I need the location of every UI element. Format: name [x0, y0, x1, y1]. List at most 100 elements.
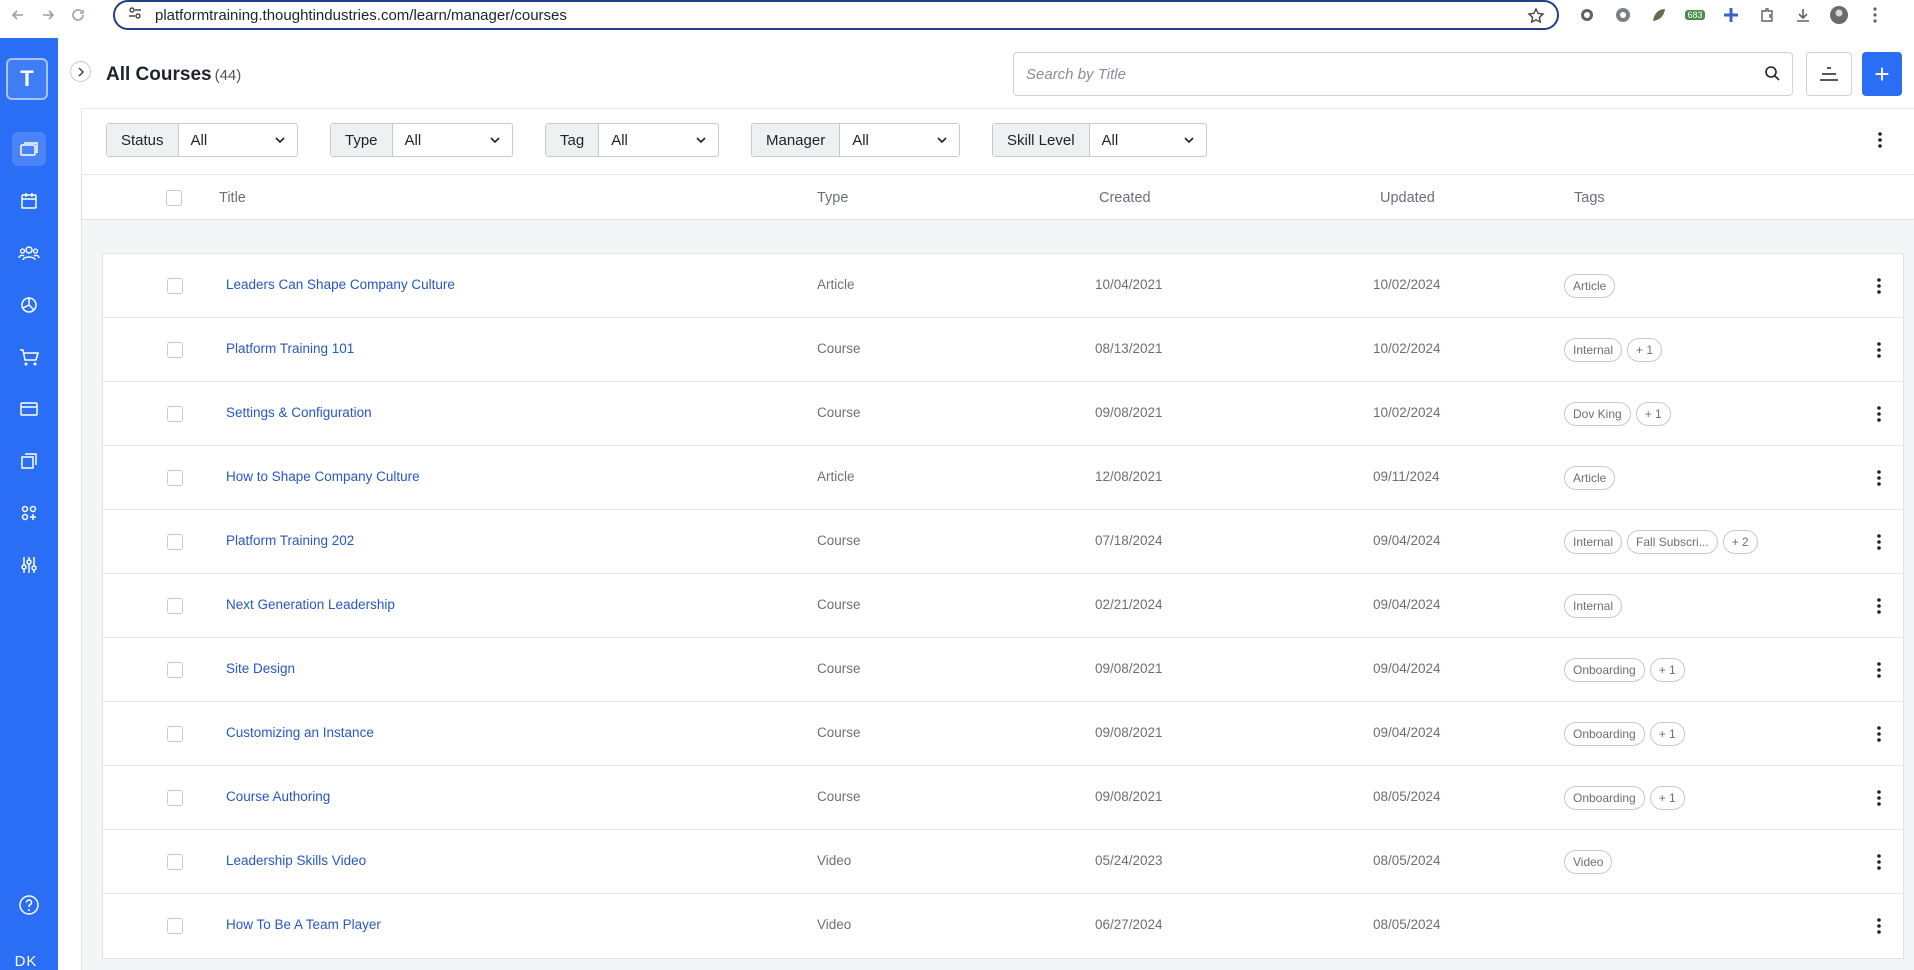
- column-tags[interactable]: Tags: [1574, 190, 1605, 206]
- course-title-link[interactable]: Platform Training 101: [226, 341, 354, 356]
- row-more-options-icon[interactable]: [1871, 594, 1887, 618]
- tag-badge[interactable]: Onboarding: [1564, 722, 1645, 746]
- copy-pages-icon[interactable]: [12, 444, 46, 478]
- row-checkbox[interactable]: [167, 406, 183, 422]
- manager-filter-value[interactable]: All: [840, 124, 959, 156]
- address-bar[interactable]: platformtraining.thoughtindustries.com/l…: [113, 0, 1559, 30]
- help-icon[interactable]: [12, 888, 46, 922]
- row-checkbox[interactable]: [167, 342, 183, 358]
- row-more-options-icon[interactable]: [1871, 530, 1887, 554]
- tag-badge[interactable]: Video: [1564, 850, 1613, 874]
- analytics-pie-icon[interactable]: [12, 288, 46, 322]
- extension-leaf-icon[interactable]: [1647, 3, 1671, 27]
- row-checkbox[interactable]: [167, 534, 183, 550]
- column-updated[interactable]: Updated: [1380, 190, 1435, 206]
- course-title-link[interactable]: Settings & Configuration: [226, 405, 372, 420]
- course-title-link[interactable]: Platform Training 202: [226, 533, 354, 548]
- bookmark-star-icon[interactable]: [1527, 7, 1545, 30]
- tag-badge[interactable]: + 1: [1649, 786, 1685, 810]
- tag-badge[interactable]: + 1: [1627, 338, 1663, 362]
- course-title-link[interactable]: Course Authoring: [226, 789, 330, 804]
- column-created[interactable]: Created: [1099, 190, 1151, 206]
- status-filter[interactable]: Status All: [106, 123, 298, 157]
- content-library-icon[interactable]: [12, 132, 46, 166]
- profile-avatar-icon[interactable]: [1827, 3, 1851, 27]
- reload-icon[interactable]: [66, 3, 90, 27]
- row-more-options-icon[interactable]: [1871, 658, 1887, 682]
- row-checkbox[interactable]: [167, 726, 183, 742]
- tag-badge[interactable]: Onboarding: [1564, 786, 1645, 810]
- apps-grid-icon[interactable]: [12, 496, 46, 530]
- type-filter-value[interactable]: All: [393, 124, 512, 156]
- users-icon[interactable]: [12, 236, 46, 270]
- row-more-options-icon[interactable]: [1871, 914, 1887, 938]
- skill-level-filter-value[interactable]: All: [1090, 124, 1206, 156]
- row-checkbox[interactable]: [167, 662, 183, 678]
- course-title-link[interactable]: How to Shape Company Culture: [226, 469, 420, 484]
- course-title-link[interactable]: Leadership Skills Video: [226, 853, 366, 868]
- status-filter-value[interactable]: All: [179, 124, 297, 156]
- browser-menu-icon[interactable]: [1863, 3, 1887, 27]
- course-title-link[interactable]: Next Generation Leadership: [226, 597, 395, 612]
- row-more-options-icon[interactable]: [1871, 850, 1887, 874]
- forward-icon[interactable]: [36, 3, 60, 27]
- extension-sparkle-icon[interactable]: [1719, 3, 1743, 27]
- row-checkbox[interactable]: [167, 918, 183, 934]
- tag-badge[interactable]: + 2: [1722, 530, 1758, 554]
- row-more-options-icon[interactable]: [1871, 402, 1887, 426]
- user-initials[interactable]: DK: [0, 953, 52, 970]
- tag-badge[interactable]: Internal: [1564, 338, 1623, 362]
- course-title-link[interactable]: Site Design: [226, 661, 295, 676]
- row-more-options-icon[interactable]: [1871, 722, 1887, 746]
- expand-sidebar-button[interactable]: [70, 61, 91, 82]
- extension-gear-icon[interactable]: [1575, 3, 1599, 27]
- row-checkbox[interactable]: [167, 598, 183, 614]
- select-all-checkbox[interactable]: [166, 190, 182, 206]
- sort-button[interactable]: [1806, 52, 1852, 96]
- row-more-options-icon[interactable]: [1871, 786, 1887, 810]
- row-more-options-icon[interactable]: [1871, 338, 1887, 362]
- course-title-link[interactable]: Leaders Can Shape Company Culture: [226, 277, 455, 292]
- column-type[interactable]: Type: [817, 190, 848, 206]
- tag-badge[interactable]: Internal: [1564, 594, 1623, 618]
- back-icon[interactable]: [6, 3, 30, 27]
- chevron-down-icon: [275, 137, 285, 144]
- column-title[interactable]: Title: [219, 190, 246, 206]
- row-checkbox[interactable]: [167, 854, 183, 870]
- row-more-options-icon[interactable]: [1871, 466, 1887, 490]
- search-input[interactable]: Search by Title: [1013, 52, 1793, 96]
- add-course-button[interactable]: +: [1862, 52, 1902, 96]
- more-options-icon[interactable]: [1870, 128, 1890, 152]
- extensions-puzzle-icon[interactable]: [1755, 3, 1779, 27]
- settings-sliders-icon[interactable]: [12, 548, 46, 582]
- extension-shield-icon[interactable]: [1611, 3, 1635, 27]
- tag-badge[interactable]: + 1: [1649, 658, 1685, 682]
- tag-badge[interactable]: Internal: [1564, 530, 1623, 554]
- row-checkbox[interactable]: [167, 278, 183, 294]
- site-settings-icon[interactable]: [127, 5, 143, 26]
- tag-badge[interactable]: Article: [1564, 274, 1616, 298]
- browser-window-icon[interactable]: [12, 392, 46, 426]
- tag-filter-value[interactable]: All: [599, 124, 718, 156]
- app-logo[interactable]: T: [6, 58, 48, 100]
- tag-badge[interactable]: Fall Subscri...: [1627, 530, 1718, 554]
- row-checkbox[interactable]: [167, 790, 183, 806]
- type-filter[interactable]: Type All: [330, 123, 513, 157]
- search-icon[interactable]: [1764, 65, 1780, 86]
- tag-badge[interactable]: Onboarding: [1564, 658, 1645, 682]
- tag-filter[interactable]: Tag All: [545, 123, 719, 157]
- row-more-options-icon[interactable]: [1871, 274, 1887, 298]
- tag-badge[interactable]: + 1: [1649, 722, 1685, 746]
- row-checkbox[interactable]: [167, 470, 183, 486]
- manager-filter[interactable]: Manager All: [751, 123, 960, 157]
- download-icon[interactable]: [1791, 3, 1815, 27]
- tag-badge[interactable]: Article: [1564, 466, 1616, 490]
- cart-icon[interactable]: [12, 340, 46, 374]
- tag-badge[interactable]: Dov King: [1564, 402, 1631, 426]
- course-title-link[interactable]: How To Be A Team Player: [226, 917, 381, 932]
- calendar-icon[interactable]: [12, 184, 46, 218]
- extension-badge-icon[interactable]: 683: [1683, 3, 1707, 27]
- skill-level-filter[interactable]: Skill Level All: [992, 123, 1207, 157]
- tag-badge[interactable]: + 1: [1635, 402, 1671, 426]
- course-title-link[interactable]: Customizing an Instance: [226, 725, 374, 740]
